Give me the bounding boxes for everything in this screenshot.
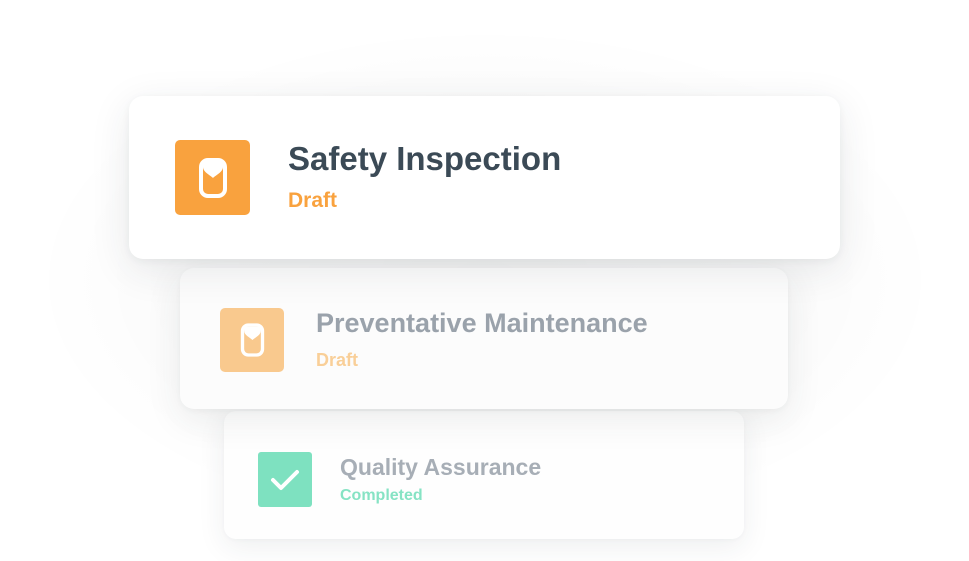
checkmark-icon — [271, 469, 299, 490]
hourglass-icon — [240, 323, 264, 357]
checklist-stack: Safety Inspection Draft Preventative Mai… — [0, 0, 969, 561]
checklist-title: Preventative Maintenance — [316, 308, 648, 338]
checklist-title: Safety Inspection — [288, 140, 562, 177]
checklist-card-safety-inspection[interactable]: Safety Inspection Draft — [129, 96, 840, 259]
checklist-status: Completed — [340, 487, 423, 504]
completed-status-icon — [258, 452, 312, 507]
hourglass-icon — [198, 157, 227, 198]
draft-status-icon — [175, 140, 250, 215]
checklist-card-quality-assurance[interactable]: Quality Assurance Completed — [224, 411, 744, 539]
checklist-card-preventative-maintenance[interactable]: Preventative Maintenance Draft — [180, 268, 788, 409]
checklist-status: Draft — [316, 350, 359, 370]
checklist-title: Quality Assurance — [340, 454, 542, 480]
checklist-status: Draft — [288, 189, 338, 212]
draft-status-icon — [220, 308, 284, 372]
